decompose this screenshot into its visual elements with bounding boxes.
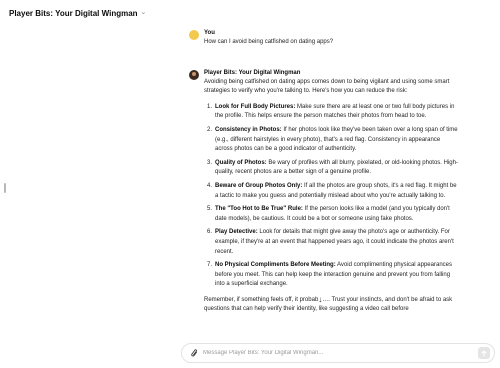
tip-title: Quality of Photos: [215, 159, 267, 166]
list-number: 1. [206, 103, 212, 110]
list-item: 7. No Physical Compliments Before Meetin… [204, 261, 459, 290]
list-number: 3. [206, 159, 212, 166]
tip-title: No Physical Compliments Before Meeting: [215, 262, 336, 269]
closing-text-start: Remember, if something feels off, it pro… [204, 296, 319, 303]
list-item: 3. Quality of Photos: Be wary of profile… [204, 159, 459, 178]
tip-title: Play Detective: [215, 229, 258, 236]
scroll-fade [0, 335, 500, 343]
sidebar-toggle-handle[interactable] [4, 183, 6, 193]
list-item: 4. Beware of Group Photos Only: If all t… [204, 182, 459, 201]
tip-title: Consistency in Photos: [215, 126, 282, 133]
chat-title: Player Bits: Your Digital Wingman [9, 8, 138, 18]
tip-title: Look for Full Body Pictures: [215, 103, 296, 110]
model-selector[interactable]: Player Bits: Your Digital Wingman ⌄ [9, 9, 146, 18]
tips-list: 1. Look for Full Body Pictures: Make sur… [204, 103, 459, 290]
chevron-down-icon: ⌄ [140, 9, 147, 16]
tip-title: The "Too Hot to Be True" Rule: [215, 206, 303, 213]
user-message: You How can I avoid being catfished on d… [189, 29, 459, 48]
user-sender-name: You [204, 30, 215, 36]
assistant-intro: Avoiding being catfished on dating apps … [204, 78, 450, 95]
send-button[interactable] [478, 347, 490, 359]
list-number: 7. [206, 262, 212, 269]
scroll-down-arrow-icon[interactable]: ↓ [318, 295, 322, 303]
list-number: 6. [206, 229, 212, 236]
send-arrow-icon [481, 349, 487, 357]
list-number: 4. [206, 182, 212, 189]
assistant-sender-name: Player Bits: Your Digital Wingman [204, 69, 301, 76]
list-item: 1. Look for Full Body Pictures: Make sur… [204, 103, 459, 122]
paperclip-icon[interactable] [189, 347, 199, 359]
list-item: 5. The "Too Hot to Be True" Rule: If the… [204, 205, 459, 224]
assistant-closing: Remember, if something feels off, it pro… [204, 295, 459, 315]
list-item: 2. Consistency in Photos: If her photos … [204, 126, 459, 155]
list-number: 5. [206, 206, 212, 213]
message-input[interactable] [203, 350, 478, 356]
user-avatar-icon [189, 30, 199, 40]
bot-avatar-icon [189, 69, 199, 80]
list-number: 2. [206, 126, 212, 133]
list-item: 6. Play Detective: Look for details that… [204, 228, 459, 257]
assistant-message: Player Bits: Your Digital Wingman Avoidi… [189, 69, 459, 315]
message-composer [181, 343, 495, 363]
conversation: You How can I avoid being catfished on d… [189, 29, 459, 315]
tip-title: Beware of Group Photos Only: [215, 182, 303, 189]
user-message-text: How can I avoid being catfished on datin… [204, 39, 334, 45]
top-bar: Player Bits: Your Digital Wingman ⌄ [0, 0, 500, 26]
